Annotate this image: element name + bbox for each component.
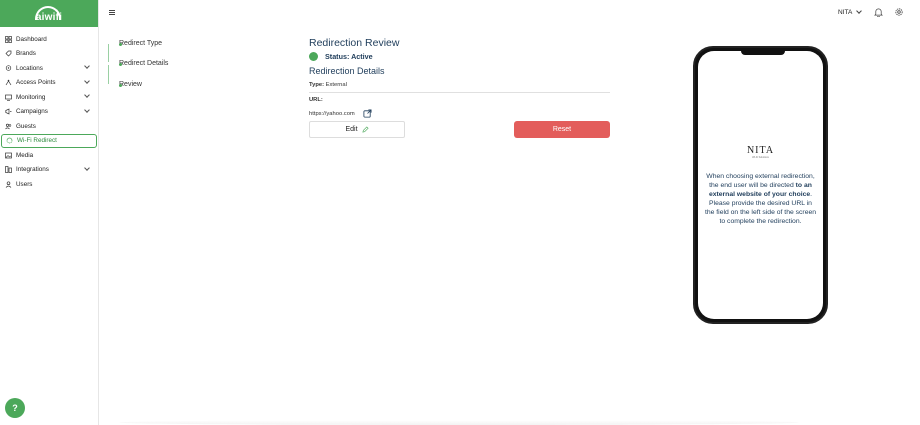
pencil-icon (361, 126, 369, 133)
step-dot (119, 63, 122, 66)
brand-icon (5, 50, 12, 57)
sidebar-item-label: Wi-Fi Redirect (17, 137, 57, 145)
top-bar: NITA (99, 0, 920, 27)
sidebar-item-locations[interactable]: Locations (1, 61, 97, 76)
edit-button[interactable]: Edit (309, 121, 405, 138)
sidebar-item-label: Integrations (16, 166, 49, 174)
bottom-shadow (119, 420, 799, 425)
sidebar-item-brands[interactable]: Brands (1, 47, 97, 62)
step-redirect-details[interactable]: Redirect Details (107, 60, 168, 67)
sidebar-item-label: Access Points (16, 79, 56, 87)
help-button[interactable]: ? (5, 398, 25, 418)
user-menu-name[interactable]: NITA (838, 9, 852, 16)
sidebar-item-label: Brands (16, 50, 36, 58)
bell-icon[interactable] (874, 7, 883, 17)
chevron-down-icon[interactable] (856, 8, 862, 14)
phone-brand-logo: NITA Wi-Fi Solutions (698, 145, 823, 159)
sidebar-item-users[interactable]: Users (1, 177, 97, 192)
chevron-down-icon[interactable] (84, 77, 90, 84)
guests-icon (5, 123, 12, 130)
phone-brand-sub: Wi-Fi Solutions (752, 156, 769, 159)
main-content: Redirect Type Redirect Details Review Re… (99, 27, 920, 425)
redirection-review: Redirection Review Status: Active Redire… (309, 37, 610, 139)
status-row: Status: Active (309, 52, 610, 61)
divider (309, 92, 610, 93)
dashboard-icon (5, 35, 12, 43)
phone-message: When choosing external redirection, the … (704, 172, 817, 226)
sidebar-item-guests[interactable]: Guests (1, 119, 97, 134)
redirect-icon (6, 137, 13, 144)
reset-button[interactable]: Reset (514, 121, 610, 138)
chevron-down-icon[interactable] (84, 106, 90, 113)
phone-notch (741, 51, 785, 55)
sidebar: aiwifi Dashboard Brands Locations Access… (0, 0, 99, 425)
sidebar-item-label: Dashboard (16, 35, 47, 43)
phone-screen: NITA Wi-Fi Solutions When choosing exter… (698, 51, 823, 319)
access-point-icon (5, 79, 12, 86)
url-label: URL: (309, 97, 323, 103)
chevron-down-icon[interactable] (84, 92, 90, 98)
step-label: Redirect Details (119, 60, 169, 67)
sidebar-item-label: Media (16, 151, 34, 159)
media-icon (5, 152, 12, 159)
sidebar-item-monitoring[interactable]: Monitoring (1, 90, 97, 105)
type-row: Type: External (309, 82, 610, 88)
type-label: Type: (309, 82, 325, 88)
integrations-icon (5, 166, 12, 174)
sidebar-nav: Dashboard Brands Locations Access Points (0, 27, 98, 192)
location-pin-icon (5, 65, 12, 72)
menu-toggle-icon[interactable] (109, 10, 115, 15)
type-value: External (325, 82, 347, 88)
sidebar-item-dashboard[interactable]: Dashboard (1, 32, 97, 47)
phone-brand-name: NITA (746, 145, 775, 156)
edit-button-label: Edit (345, 126, 358, 133)
sidebar-item-wifi-redirect[interactable]: Wi-Fi Redirect (1, 133, 97, 148)
sidebar-item-campaigns[interactable]: Campaigns (1, 105, 97, 120)
sidebar-item-label: Locations (16, 64, 43, 72)
megaphone-icon (5, 108, 12, 115)
sidebar-item-label: Monitoring (16, 93, 46, 101)
status-badge: Status: Active (325, 52, 373, 61)
sidebar-item-access-points[interactable]: Access Points (1, 76, 97, 91)
phone-message-text: . (810, 191, 813, 198)
chevron-down-icon[interactable] (84, 164, 90, 171)
phone-preview: NITA Wi-Fi Solutions When choosing exter… (693, 46, 828, 324)
sidebar-item-integrations[interactable]: Integrations (1, 163, 97, 178)
sidebar-item-label: Campaigns (16, 108, 48, 116)
action-buttons: Edit Reset (309, 121, 610, 139)
logo-text: aiwifi (35, 12, 63, 23)
url-row: https://yahoo.com (309, 109, 610, 118)
status-indicator (309, 52, 318, 61)
external-link-icon[interactable] (363, 109, 372, 118)
sidebar-item-media[interactable]: Media (1, 148, 97, 163)
phone-message-text: Please provide the desired URL in the fi… (704, 200, 817, 225)
step-dot (119, 84, 122, 87)
user-icon (5, 181, 12, 188)
monitor-icon (5, 94, 12, 101)
step-redirect-type[interactable]: Redirect Type (107, 40, 162, 47)
page-title: Redirection Review (309, 37, 400, 49)
sidebar-item-label: Users (16, 180, 33, 188)
step-review[interactable]: Review (107, 81, 142, 88)
step-label: Review (119, 81, 142, 88)
chevron-down-icon[interactable] (84, 63, 90, 69)
details-heading: Redirection Details (309, 66, 385, 76)
gear-icon[interactable] (894, 7, 904, 17)
step-label: Redirect Type (119, 40, 163, 47)
url-value: https://yahoo.com (309, 110, 355, 117)
aiwifi-logo[interactable]: aiwifi (0, 0, 98, 27)
step-dot (119, 43, 122, 46)
sidebar-item-label: Guests (16, 122, 36, 130)
